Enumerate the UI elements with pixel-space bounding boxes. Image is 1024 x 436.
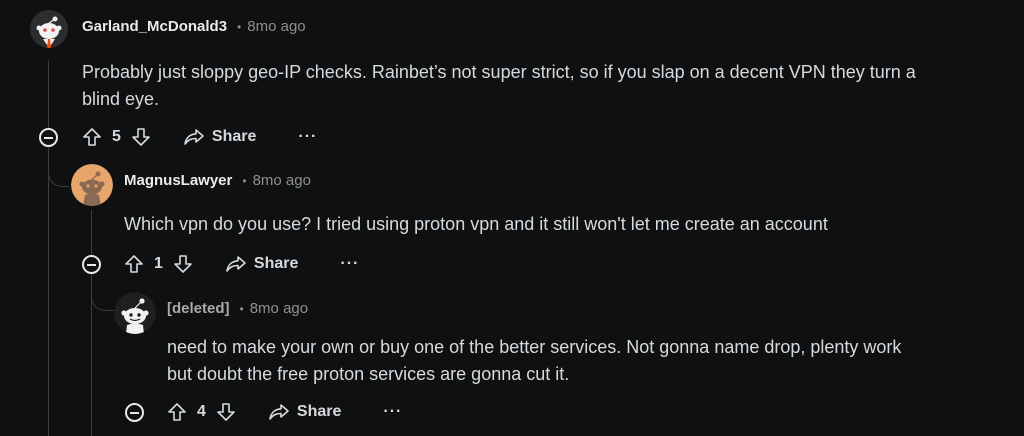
share-label: Share xyxy=(211,128,257,145)
more-options-button[interactable]: ··· xyxy=(298,129,317,145)
more-options-button[interactable]: ··· xyxy=(340,256,359,272)
thread-connector xyxy=(48,160,69,187)
separator-dot: • xyxy=(237,19,242,34)
vote-count: 4 xyxy=(197,403,206,420)
comment-actions: 4 Share ··· xyxy=(167,398,402,426)
comment-meta: MagnusLawyer • 8mo ago xyxy=(124,172,311,189)
separator-dot: • xyxy=(239,301,244,316)
upvote-icon[interactable] xyxy=(82,127,102,147)
username[interactable]: MagnusLawyer xyxy=(124,172,232,189)
share-label: Share xyxy=(296,403,342,420)
avatar[interactable] xyxy=(71,164,113,206)
downvote-icon[interactable] xyxy=(131,127,151,147)
share-button[interactable]: Share xyxy=(268,403,341,421)
share-icon xyxy=(184,129,204,145)
upvote-icon[interactable] xyxy=(124,254,144,274)
upvote-icon[interactable] xyxy=(167,402,187,422)
minus-icon xyxy=(130,411,139,414)
comment-line: need to make your own or buy one of the … xyxy=(167,337,902,357)
comment-body: need to make your own or buy one of the … xyxy=(167,334,901,388)
comment-actions: 5 Share ··· xyxy=(82,123,317,151)
comment-actions: 1 Share ··· xyxy=(124,250,359,278)
minus-icon xyxy=(44,136,53,139)
timestamp[interactable]: 8mo ago xyxy=(247,18,305,35)
vote-count: 1 xyxy=(154,255,163,272)
comment-line: blind eye. xyxy=(82,89,160,109)
separator-dot: • xyxy=(242,173,247,188)
thread-connector xyxy=(91,284,114,311)
comment-line: Which vpn do you use? I tried using prot… xyxy=(124,214,828,234)
share-icon xyxy=(269,404,289,420)
share-button[interactable]: Share xyxy=(183,128,256,146)
comment-line: but doubt the free proton services are g… xyxy=(167,364,570,384)
username[interactable]: Garland_McDonald3 xyxy=(82,18,227,35)
collapse-button[interactable] xyxy=(125,403,144,422)
share-icon xyxy=(226,256,246,272)
share-button[interactable]: Share xyxy=(225,255,298,273)
comment-body: Probably just sloppy geo-IP checks. Rain… xyxy=(82,59,916,113)
comment-body: Which vpn do you use? I tried using prot… xyxy=(124,211,828,238)
collapse-button[interactable] xyxy=(39,128,58,147)
timestamp[interactable]: 8mo ago xyxy=(250,300,308,317)
comment-line: Probably just sloppy geo-IP checks. Rain… xyxy=(82,62,916,82)
avatar[interactable] xyxy=(30,10,68,48)
more-options-button[interactable]: ··· xyxy=(383,404,402,420)
timestamp[interactable]: 8mo ago xyxy=(253,172,311,189)
thread-line-reply[interactable] xyxy=(91,210,92,436)
avatar[interactable] xyxy=(114,292,156,334)
share-label: Share xyxy=(253,255,299,272)
comment-meta: [deleted] • 8mo ago xyxy=(167,300,308,317)
downvote-icon[interactable] xyxy=(216,402,236,422)
downvote-icon[interactable] xyxy=(173,254,193,274)
thread-line-root[interactable] xyxy=(48,60,49,436)
minus-icon xyxy=(87,263,96,266)
vote-count: 5 xyxy=(112,128,121,145)
comment-meta: Garland_McDonald3 • 8mo ago xyxy=(82,18,306,35)
collapse-button[interactable] xyxy=(82,255,101,274)
username: [deleted] xyxy=(167,300,230,317)
